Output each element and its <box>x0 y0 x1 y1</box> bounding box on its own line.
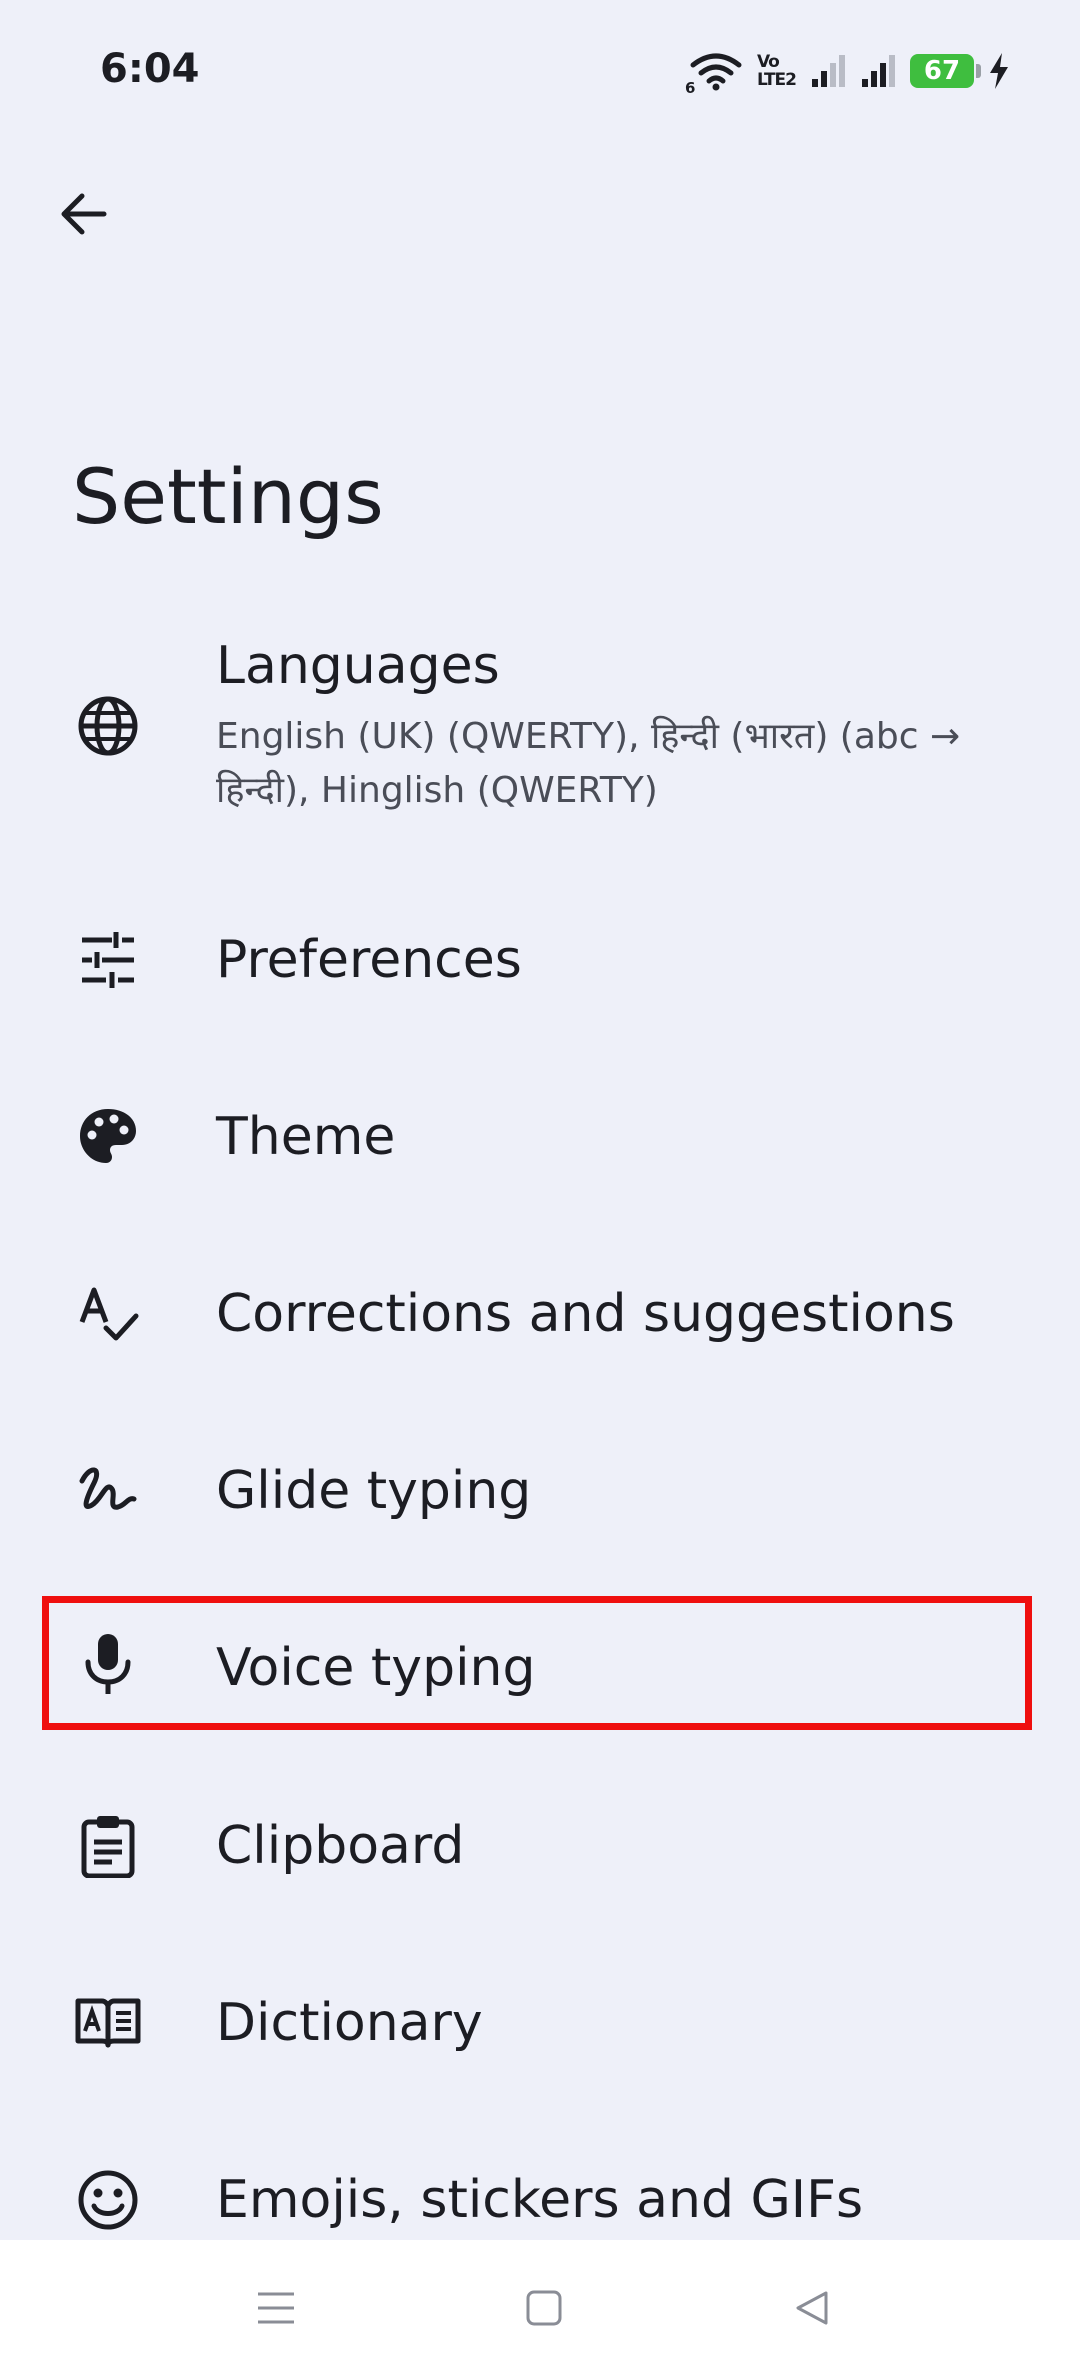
volte-top-label: Vo <box>756 52 780 72</box>
settings-item-label: Corrections and suggestions <box>216 1284 955 1344</box>
settings-item-sublabel: English (UK) (QWERTY), हिन्दी (भारत) (ab… <box>216 716 961 811</box>
settings-item-label: Emojis, stickers and GIFs <box>216 2170 864 2230</box>
status-icons: 6 Vo LTE2 67 <box>685 48 1010 97</box>
globe-icon <box>72 690 144 762</box>
settings-item-preferences[interactable]: Preferences <box>0 900 1080 1020</box>
status-bar: 6:04 6 Vo LTE2 67 <box>0 0 1080 140</box>
settings-item-voice-typing[interactable]: Voice typing <box>0 1608 1080 1728</box>
volte-bottom-label: LTE2 <box>756 70 797 90</box>
settings-item-corrections[interactable]: Corrections and suggestions <box>0 1254 1080 1374</box>
gesture-icon <box>72 1455 144 1527</box>
charging-bolt-icon <box>988 53 1010 89</box>
home-square-icon <box>524 2288 564 2332</box>
nav-menu-button[interactable] <box>236 2270 316 2350</box>
network-gen-label: 6 <box>684 79 696 97</box>
palette-icon <box>72 1101 144 1173</box>
settings-item-emojis[interactable]: Emojis, stickers and GIFs <box>0 2140 1080 2240</box>
clipboard-icon <box>72 1810 144 1882</box>
settings-item-label: Languages <box>216 636 500 696</box>
spellcheck-icon <box>72 1278 144 1350</box>
settings-item-label: Glide typing <box>216 1461 532 1521</box>
settings-item-label: Voice typing <box>216 1638 536 1698</box>
volte-indicator: Vo LTE2 <box>756 52 797 90</box>
back-button[interactable] <box>44 176 124 256</box>
battery-indicator: 67 <box>910 54 981 88</box>
back-triangle-icon <box>792 2288 832 2332</box>
status-time: 6:04 <box>100 46 200 92</box>
dictionary-icon <box>72 1987 144 2059</box>
arrow-left-icon <box>56 186 112 246</box>
battery-level: 67 <box>923 56 961 86</box>
navigation-bar <box>0 2240 1080 2373</box>
sliders-icon <box>72 924 144 996</box>
page-title: Settings <box>72 452 384 541</box>
signal-sim2-icon <box>860 53 896 89</box>
settings-item-label: Clipboard <box>216 1816 465 1876</box>
settings-screen: 6:04 6 Vo LTE2 67 Settings Languages Eng… <box>0 0 1080 2373</box>
settings-item-languages[interactable]: Languages English (UK) (QWERTY), हिन्दी … <box>0 620 1080 840</box>
emoji-icon <box>72 2164 144 2236</box>
settings-item-label: Theme <box>216 1107 396 1167</box>
nav-back-button[interactable] <box>772 2270 852 2350</box>
settings-item-clipboard[interactable]: Clipboard <box>0 1786 1080 1906</box>
nav-home-button[interactable] <box>504 2270 584 2350</box>
settings-item-glide-typing[interactable]: Glide typing <box>0 1431 1080 1551</box>
settings-item-label: Preferences <box>216 930 522 990</box>
signal-sim1-icon <box>810 53 846 89</box>
menu-icon <box>254 2288 298 2332</box>
settings-item-label: Dictionary <box>216 1993 483 2053</box>
settings-item-dictionary[interactable]: Dictionary <box>0 1963 1080 2083</box>
settings-item-theme[interactable]: Theme <box>0 1077 1080 1197</box>
wifi-icon: 6 <box>685 51 743 97</box>
microphone-icon <box>72 1628 144 1700</box>
